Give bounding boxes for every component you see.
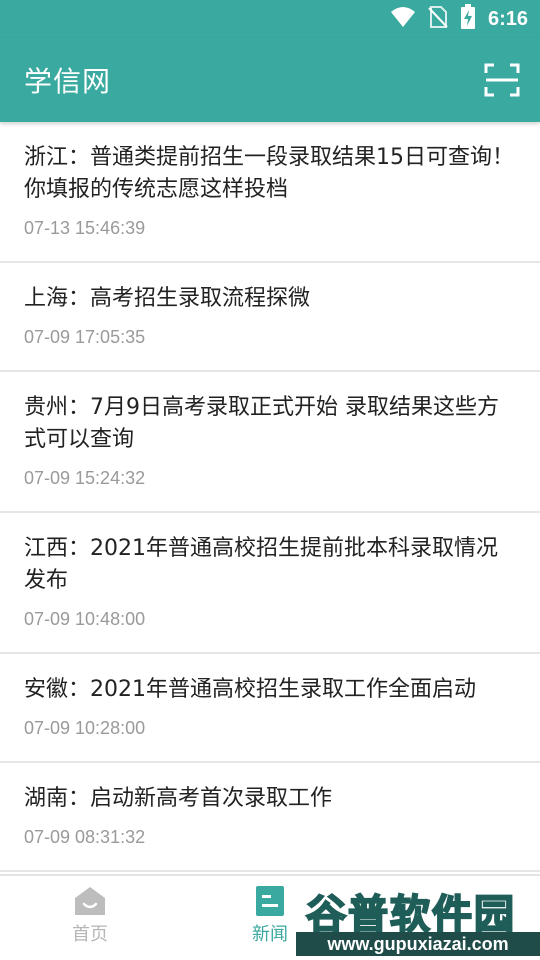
news-timestamp: 07-09 08:31:32 <box>24 827 146 847</box>
news-title: 上海：高考招生录取流程探微 <box>24 286 311 311</box>
app-bar: 学信网 <box>0 38 540 122</box>
watermark: 谷普软件园 www.gupuxiazai.com <box>296 876 540 960</box>
news-icon <box>256 886 284 916</box>
tab-home-label: 首页 <box>72 924 108 945</box>
scan-button[interactable] <box>482 60 522 100</box>
news-timestamp: 07-09 17:05:35 <box>24 327 146 347</box>
news-item[interactable]: 安徽：2021年普通高校招生录取工作全面启动 07-09 10:28:00 <box>0 654 540 763</box>
scan-icon <box>484 63 520 97</box>
status-bar: 6:16 <box>0 0 540 38</box>
news-item[interactable]: 湖南：启动新高考首次录取工作 07-09 08:31:32 <box>0 763 540 872</box>
app-title: 学信网 <box>24 65 112 98</box>
news-title: 贵州：7月9日高考录取正式开始 录取结果这些方式可以查询 <box>24 395 499 452</box>
news-timestamp: 07-09 10:48:00 <box>24 609 146 629</box>
news-timestamp: 07-09 10:28:00 <box>24 718 146 738</box>
tab-news-label: 新闻 <box>252 924 288 945</box>
news-item[interactable]: 上海：高考招生录取流程探微 07-09 17:05:35 <box>0 263 540 372</box>
tab-home[interactable]: 首页 <box>30 886 150 956</box>
news-title: 安徽：2021年普通高校招生录取工作全面启动 <box>24 677 476 702</box>
app-screen: 6:16 学信网 浙江：普通类提前招生一段录取结果15日可查询！你填报的传统志愿… <box>0 0 540 960</box>
status-icons: 6:16 <box>390 4 528 34</box>
news-item[interactable]: 浙江：普通类提前招生一段录取结果15日可查询！你填报的传统志愿这样投档 07-1… <box>0 122 540 263</box>
news-title: 浙江：普通类提前招生一段录取结果15日可查询！你填报的传统志愿这样投档 <box>24 145 514 202</box>
watermark-url: www.gupuxiazai.com <box>296 932 540 956</box>
news-timestamp: 07-09 15:24:32 <box>24 468 146 488</box>
news-title: 江西：2021年普通高校招生提前批本科录取情况发布 <box>24 536 498 593</box>
battery-charging-icon <box>460 4 476 34</box>
news-item[interactable]: 贵州：7月9日高考录取正式开始 录取结果这些方式可以查询 07-09 15:24… <box>0 372 540 513</box>
home-icon <box>75 887 105 915</box>
news-item[interactable]: 江西：2021年普通高校招生提前批本科录取情况发布 07-09 10:48:00 <box>0 513 540 654</box>
news-timestamp: 07-13 15:46:39 <box>24 218 146 238</box>
no-sim-icon <box>428 5 448 33</box>
status-time: 6:16 <box>487 7 528 30</box>
wifi-icon <box>390 6 416 32</box>
news-list: 浙江：普通类提前招生一段录取结果15日可查询！你填报的传统志愿这样投档 07-1… <box>0 122 540 874</box>
news-title: 湖南：启动新高考首次录取工作 <box>24 786 333 811</box>
